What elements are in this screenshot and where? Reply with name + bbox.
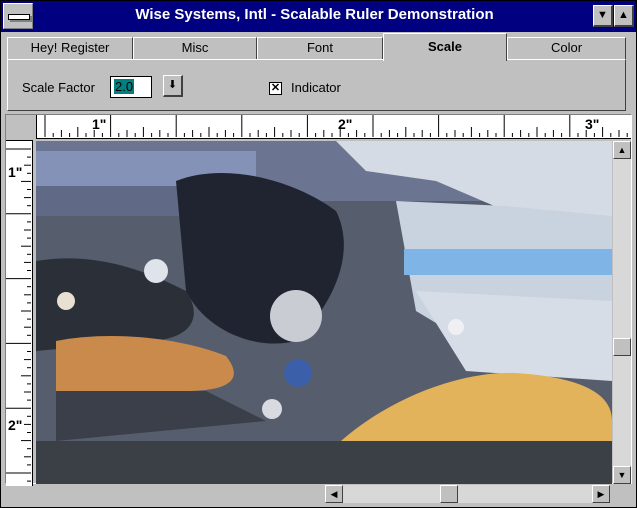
scale-panel: Scale Factor 2.0 ⬇ ✕ Indicator <box>7 59 626 111</box>
vruler-label-1in: 1" <box>8 164 23 180</box>
vertical-ruler: 1" 2" <box>6 140 33 486</box>
arrow-down-bar-icon: ⬇ <box>167 79 178 91</box>
ruler-label-2in: 2" <box>338 116 353 132</box>
scroll-up-button[interactable]: ▲ <box>613 141 631 159</box>
tab-font[interactable]: Font <box>257 37 383 59</box>
scale-factor-label: Scale Factor <box>22 80 95 95</box>
tab-scale[interactable]: Scale <box>383 33 507 61</box>
arrow-down-icon: ▼ <box>617 470 627 480</box>
scroll-left-button[interactable]: ◀ <box>325 485 343 503</box>
indicator-label[interactable]: Indicator <box>291 80 341 95</box>
arrow-right-icon: ▶ <box>597 489 605 499</box>
window-title: Wise Systems, Intl - Scalable Ruler Demo… <box>135 6 494 23</box>
scroll-right-button[interactable]: ▶ <box>592 485 610 503</box>
horizontal-scroll-thumb[interactable] <box>440 485 459 503</box>
scale-factor-field[interactable]: 2.0 <box>110 76 152 98</box>
horizontal-scrollbar[interactable]: ◀ ▶ <box>325 485 610 503</box>
scale-factor-dropdown-button[interactable]: ⬇ <box>163 75 183 97</box>
horizontal-ruler: 1" 2" 3" <box>36 115 631 139</box>
tab-label: Hey! Register <box>30 40 110 55</box>
tab-label: Color <box>550 40 583 55</box>
arrow-up-icon: ▲ <box>617 145 627 155</box>
tab-color[interactable]: Color <box>507 37 626 59</box>
app-window: Wise Systems, Intl - Scalable Ruler Demo… <box>0 0 637 508</box>
tab-hey-register[interactable]: Hey! Register <box>7 37 133 59</box>
ruler-label-1in: 1" <box>92 116 107 132</box>
tab-label: Misc <box>181 40 209 55</box>
ruler-view: 1" 2" 3" 1" 2" ▲ ▼ <box>5 114 632 486</box>
scroll-down-button[interactable]: ▼ <box>613 466 631 484</box>
tab-label: Font <box>306 40 333 55</box>
tab-label: Scale <box>428 39 462 54</box>
vertical-scrollbar[interactable]: ▲ ▼ <box>613 141 631 484</box>
scaled-picture <box>36 141 612 484</box>
maximize-button[interactable]: ▲ <box>614 5 634 27</box>
tab-misc[interactable]: Misc <box>133 37 257 59</box>
ruler-label-3in: 3" <box>585 116 600 132</box>
indicator-checkbox[interactable]: ✕ <box>269 82 282 95</box>
scale-factor-value: 2.0 <box>114 79 135 94</box>
title-bar[interactable]: Wise Systems, Intl - Scalable Ruler Demo… <box>1 1 636 32</box>
triangle-down-icon: ▼ <box>597 9 608 21</box>
minimize-button[interactable]: ▼ <box>593 5 613 27</box>
vruler-label-2in: 2" <box>8 417 23 433</box>
vertical-scroll-thumb[interactable] <box>613 338 631 357</box>
triangle-up-icon: ▲ <box>618 9 629 21</box>
tab-strip: Hey! Register Misc Font Scale Color <box>1 33 636 61</box>
scroll-corner <box>612 485 632 503</box>
system-menu-icon[interactable] <box>3 3 33 29</box>
arrow-left-icon: ◀ <box>330 489 338 499</box>
